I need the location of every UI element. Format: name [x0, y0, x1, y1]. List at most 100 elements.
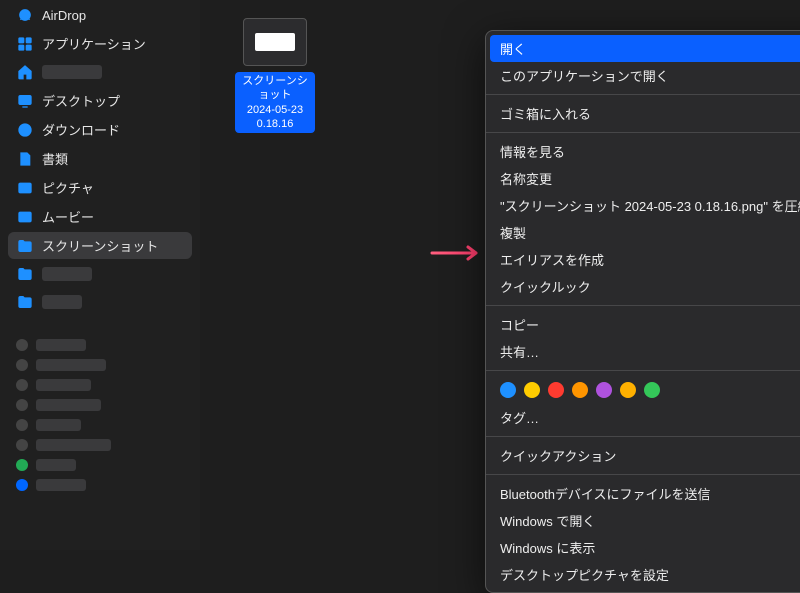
tags-section — [8, 335, 192, 495]
finder-window: AirDrop アプリケーション デスクトップ ダウンロード 書類 ピクチャ — [0, 0, 800, 550]
context-menu: 開くこのアプリケーションで開く› ゴミ箱に入れる情報を見る名称変更 "スクリーンショ… — [485, 30, 800, 593]
tag-color-dot[interactable] — [596, 382, 612, 398]
sidebar-item-label: ピクチャ — [42, 178, 94, 197]
tag-color-dot[interactable] — [548, 382, 564, 398]
context-menu-tag-colors — [486, 376, 800, 404]
context-menu-item[interactable]: 開く — [490, 35, 800, 62]
tag-color-dot[interactable] — [644, 382, 660, 398]
sidebar-item-movies[interactable]: ムービー — [8, 203, 192, 230]
context-menu-item-label: エイリアスを作成 — [500, 250, 604, 269]
tag-row[interactable] — [8, 355, 192, 375]
tag-color-dot[interactable] — [524, 382, 540, 398]
tag-dot-icon — [16, 419, 28, 431]
context-menu-item-label: クイックルック — [500, 277, 591, 296]
tag-color-dot[interactable] — [572, 382, 588, 398]
tag-row[interactable] — [8, 435, 192, 455]
context-menu-item[interactable]: このアプリケーションで開く› — [486, 62, 800, 89]
tag-row[interactable] — [8, 415, 192, 435]
context-menu-item-label: 複製 — [500, 223, 526, 242]
context-menu-item[interactable]: Windows に表示 — [486, 534, 800, 561]
context-menu-separator — [486, 132, 800, 133]
tag-row[interactable] — [8, 375, 192, 395]
tag-label-redacted — [36, 359, 106, 371]
sidebar-item-applications[interactable]: アプリケーション — [8, 30, 192, 57]
tag-label-redacted — [36, 399, 101, 411]
folder-icon — [16, 265, 34, 283]
context-menu-item[interactable]: タグ… — [486, 404, 800, 431]
desktop-icon — [16, 92, 34, 110]
sidebar-item-label: 書類 — [42, 149, 68, 168]
context-menu-item[interactable]: クイックルック — [486, 273, 800, 300]
tag-color-dot[interactable] — [500, 382, 516, 398]
file-name-label: スクリーンショット2024-05-23 0.18.16 — [235, 72, 315, 133]
sidebar: AirDrop アプリケーション デスクトップ ダウンロード 書類 ピクチャ — [0, 0, 200, 550]
context-menu-item-label: クイックアクション — [500, 446, 616, 465]
sidebar-item-label-redacted — [42, 295, 82, 309]
file-thumbnail — [243, 18, 307, 66]
tag-row[interactable] — [8, 475, 192, 495]
sidebar-item-label: ムービー — [42, 207, 94, 226]
context-menu-item[interactable]: ゴミ箱に入れる — [486, 100, 800, 127]
context-menu-item-label: コピー — [500, 315, 539, 334]
sidebar-item-screenshots[interactable]: スクリーンショット — [8, 232, 192, 259]
context-menu-item-label: Bluetoothデバイスにファイルを送信 — [500, 484, 711, 503]
sidebar-item-downloads[interactable]: ダウンロード — [8, 116, 192, 143]
document-icon — [16, 150, 34, 168]
tag-row[interactable] — [8, 395, 192, 415]
tag-label-redacted — [36, 459, 76, 471]
context-menu-item-label: デスクトップピクチャを設定 — [500, 565, 669, 584]
tag-row[interactable] — [8, 335, 192, 355]
context-menu-item-label: タグ… — [500, 408, 539, 427]
tag-color-dot[interactable] — [620, 382, 636, 398]
annotation-arrow — [430, 244, 488, 265]
sidebar-item-label: アプリケーション — [42, 34, 146, 53]
sidebar-item-folder[interactable] — [8, 289, 192, 315]
context-menu-separator — [486, 305, 800, 306]
movie-icon — [16, 208, 34, 226]
context-menu-item[interactable]: Bluetoothデバイスにファイルを送信 — [486, 480, 800, 507]
sidebar-item-label: AirDrop — [42, 8, 86, 23]
tag-dot-icon — [16, 379, 28, 391]
context-menu-item-label: ゴミ箱に入れる — [500, 104, 591, 123]
context-menu-separator — [486, 370, 800, 371]
context-menu-item[interactable]: 情報を見る — [486, 138, 800, 165]
sidebar-item-home[interactable] — [8, 59, 192, 85]
sidebar-item-documents[interactable]: 書類 — [8, 145, 192, 172]
context-menu-item[interactable]: Windows で開く — [486, 507, 800, 534]
context-menu-item-label: "スクリーンショット 2024-05-23 0.18.16.png" を圧縮 — [500, 196, 800, 215]
airdrop-icon — [16, 6, 34, 24]
tag-label-redacted — [36, 339, 86, 351]
context-menu-item-label: このアプリケーションで開く — [500, 66, 669, 85]
picture-icon — [16, 179, 34, 197]
context-menu-item[interactable]: "スクリーンショット 2024-05-23 0.18.16.png" を圧縮 — [486, 192, 800, 219]
tag-label-redacted — [36, 419, 81, 431]
context-menu-item[interactable]: エイリアスを作成 — [486, 246, 800, 273]
tag-label-redacted — [36, 379, 91, 391]
context-menu-item[interactable]: 共有… — [486, 338, 800, 365]
context-menu-item[interactable]: 名称変更 — [486, 165, 800, 192]
context-menu-item-label: Windows に表示 — [500, 538, 595, 557]
sidebar-item-pictures[interactable]: ピクチャ — [8, 174, 192, 201]
folder-icon — [16, 237, 34, 255]
context-menu-item-label: 名称変更 — [500, 169, 552, 188]
sidebar-item-folder[interactable] — [8, 261, 192, 287]
tag-row[interactable] — [8, 455, 192, 475]
context-menu-item-label: Windows で開く — [500, 511, 595, 530]
tag-dot-icon — [16, 459, 28, 471]
tag-dot-icon — [16, 399, 28, 411]
file-item[interactable]: スクリーンショット2024-05-23 0.18.16 — [235, 18, 315, 133]
context-menu-item[interactable]: 複製 — [486, 219, 800, 246]
context-menu-item[interactable]: クイックアクション› — [486, 442, 800, 469]
folder-icon — [16, 293, 34, 311]
context-menu-separator — [486, 474, 800, 475]
sidebar-item-desktop[interactable]: デスクトップ — [8, 87, 192, 114]
file-browser-area[interactable]: スクリーンショット2024-05-23 0.18.16 開くこのアプリケーション… — [200, 0, 800, 550]
tag-dot-icon — [16, 439, 28, 451]
home-icon — [16, 63, 34, 81]
sidebar-item-airdrop[interactable]: AirDrop — [8, 2, 192, 28]
context-menu-separator — [486, 436, 800, 437]
context-menu-item[interactable]: デスクトップピクチャを設定 — [486, 561, 800, 588]
context-menu-separator — [486, 94, 800, 95]
apps-icon — [16, 35, 34, 53]
context-menu-item[interactable]: コピー — [486, 311, 800, 338]
